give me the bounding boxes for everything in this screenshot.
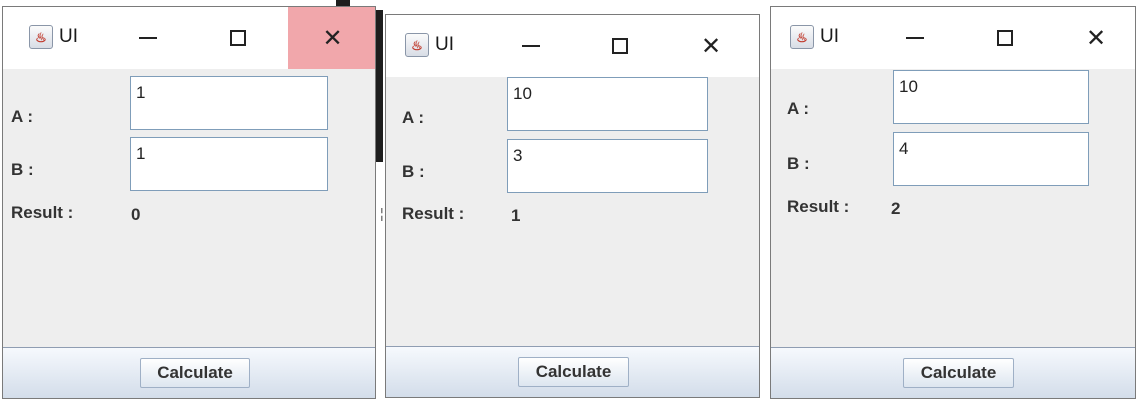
close-icon: ✕ (700, 32, 722, 60)
java-cup-icon: ♨ (29, 25, 53, 49)
input-a[interactable]: 1 (130, 76, 328, 130)
minimize-button[interactable] (506, 15, 556, 77)
input-a[interactable]: 10 (893, 70, 1089, 124)
maximize-icon (997, 30, 1013, 46)
label-b: B : (402, 162, 425, 181)
maximize-button[interactable] (595, 15, 645, 77)
window-1: ♨ UI ✕ A : 1 B : 1 Result : 0 Calculate (2, 6, 376, 399)
close-icon: ✕ (1085, 24, 1107, 52)
label-result: Result : (787, 197, 850, 216)
close-button[interactable]: ✕ (1071, 7, 1121, 69)
java-cup-icon: ♨ (405, 33, 429, 57)
maximize-button[interactable] (980, 7, 1030, 69)
minimize-icon (139, 37, 157, 39)
calculate-button[interactable]: Calculate (518, 357, 629, 387)
input-a[interactable]: 10 (507, 77, 708, 131)
result-value: 2 (891, 199, 901, 218)
title-bar[interactable]: ♨ UI ✕ (3, 7, 375, 69)
minimize-button[interactable] (890, 7, 940, 69)
background-strip (376, 10, 383, 162)
close-button[interactable]: ✕ (686, 15, 736, 77)
minimize-icon (522, 45, 540, 47)
input-b[interactable]: 3 (507, 139, 708, 193)
maximize-icon (230, 30, 246, 46)
calculate-button[interactable]: Calculate (140, 358, 250, 388)
label-b: B : (11, 160, 34, 179)
window-title: UI (820, 26, 839, 47)
title-bar[interactable]: ♨ UI ✕ (386, 15, 759, 77)
close-button[interactable]: ✕ (288, 7, 375, 69)
label-result: Result : (402, 204, 465, 223)
minimize-icon (906, 37, 924, 39)
maximize-icon (612, 38, 628, 54)
button-bar: Calculate (386, 346, 759, 397)
window-3: ♨ UI ✕ A : 10 B : 4 Result : 2 Calculate (770, 6, 1136, 399)
input-b[interactable]: 1 (130, 137, 328, 191)
close-icon: ✕ (322, 24, 343, 52)
minimize-button[interactable] (123, 7, 173, 69)
label-a: A : (787, 99, 810, 118)
input-b[interactable]: 4 (893, 132, 1089, 186)
maximize-button[interactable] (213, 7, 263, 69)
title-bar[interactable]: ♨ UI ✕ (771, 7, 1135, 69)
label-a: A : (402, 108, 425, 127)
window-title: UI (59, 26, 78, 47)
label-a: A : (11, 107, 34, 126)
result-value: 0 (131, 205, 141, 224)
label-b: B : (787, 154, 810, 173)
java-cup-icon: ♨ (790, 25, 814, 49)
button-bar: Calculate (771, 347, 1135, 398)
button-bar: Calculate (3, 347, 375, 398)
label-result: Result : (11, 203, 74, 222)
window-title: UI (435, 34, 454, 55)
window-2: ♨ UI ✕ A : 10 B : 3 Result : 1 Calculate (385, 14, 760, 398)
calculate-button[interactable]: Calculate (903, 358, 1014, 388)
result-value: 1 (511, 206, 521, 225)
background-glyph: ¦ (380, 205, 384, 221)
